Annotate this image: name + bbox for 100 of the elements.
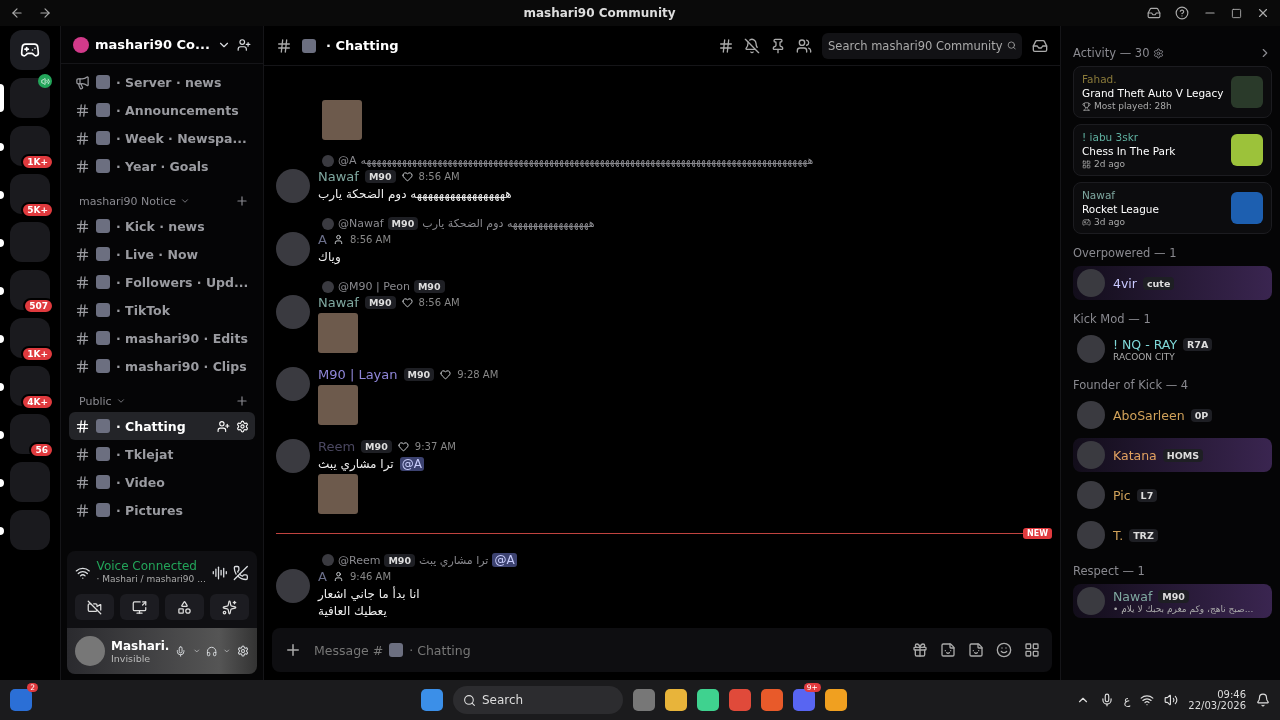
game-art [1231,76,1263,108]
member-name: Nawaf [1113,588,1153,604]
settings-icon[interactable] [237,643,249,659]
server-icon[interactable] [10,270,50,310]
role-tag: M90 [384,553,416,567]
channel-item[interactable]: · Year · Goals [69,152,255,180]
inbox-icon[interactable] [1032,37,1048,54]
hash-icon [75,274,90,290]
channel-item[interactable]: · mashari90 · Clips [69,352,255,380]
sound-wave-icon[interactable] [211,564,228,581]
message-author[interactable]: Nawaf [318,169,359,184]
role-tag: M90 [413,280,445,293]
user-status: Invisible [111,652,152,664]
reply-avatar [322,554,334,566]
member-item[interactable]: 4vir cute [1073,266,1272,300]
member-name: AboSarleen [1113,407,1185,423]
search-field[interactable]: Search mashari90 Community [822,32,1022,59]
server-icon[interactable] [10,366,50,406]
invite-icon[interactable] [237,37,251,52]
bell-icon[interactable] [1256,693,1270,707]
network-icon[interactable] [1140,693,1155,707]
user-avatar [276,367,310,401]
pin-icon[interactable] [770,37,786,54]
bell-off-icon[interactable] [744,37,760,54]
channel-item[interactable]: · Server · news [69,68,255,96]
channel-item[interactable]: · Announcements [69,96,255,124]
channel-item[interactable]: · Live · Now [69,240,255,268]
role-group-title: Overpowered — 1 [1073,246,1177,260]
apps-icon[interactable] [1024,642,1040,658]
unread-badge: 1K+ [21,346,54,362]
maximize-icon[interactable] [1231,7,1242,19]
activity-card[interactable]: Fahad. Grand Theft Auto V Legacy Most played: 28h [1073,66,1272,118]
add-channel-icon[interactable] [235,394,249,408]
add-icon[interactable] [284,641,302,659]
member-item[interactable]: ! NQ - RAY R7A RACOON CITY [1073,332,1272,366]
volume-icon[interactable] [1164,693,1179,707]
activity-meta: 3d ago [1094,217,1126,227]
close-icon[interactable] [1256,6,1270,20]
gift-icon[interactable] [912,642,928,658]
help-icon[interactable] [1175,6,1189,20]
member-name: ! NQ - RAY [1113,336,1178,352]
activities-button[interactable] [165,594,204,620]
taskbar-search[interactable]: Search [452,686,623,714]
message-author[interactable]: M90 | Layan [318,367,398,382]
person-icon [332,571,344,582]
trophy-icon [1082,101,1091,111]
smile-icon[interactable] [996,642,1012,658]
member-name: T. [1113,527,1124,543]
activity-card[interactable]: ! iabu 3skr Chess In The Park 2d ago [1073,124,1272,176]
activity-user: ! iabu 3skr [1082,131,1140,143]
members-icon[interactable] [796,37,812,54]
reply-text: ههههههههههههههههه دوم الضحكة يارب [422,217,595,230]
member-avatar [1077,401,1105,429]
channel-item[interactable]: · Followers · Upd... [69,268,255,296]
channel-title: · Chatting [326,38,400,53]
invite-icon[interactable] [217,419,230,433]
reply-author: @M90 | Peon [338,280,410,293]
microphone-icon[interactable] [175,643,187,659]
chevron-down-icon [115,396,126,406]
soundboard-button[interactable] [210,594,249,620]
sticker-icon[interactable] [968,642,984,658]
channel-item[interactable]: · Pictures [69,496,255,524]
add-channel-icon[interactable] [235,194,249,208]
screen-share-button[interactable] [120,594,159,620]
member-item[interactable]: Katana HOMS [1073,438,1272,472]
member-tag: cute [1142,276,1175,290]
channel-item[interactable]: · Week · Newspa... [69,124,255,152]
channel-item[interactable]: · Tklejat [69,440,255,468]
threads-icon[interactable] [718,37,734,54]
inbox-icon[interactable] [1147,6,1161,20]
reply-avatar [322,154,334,167]
back-icon[interactable] [10,6,24,20]
clock[interactable]: 09:46 22/03/2026 [1188,689,1246,711]
member-item[interactable]: Pic L7 [1073,478,1272,512]
server-icon[interactable] [10,78,50,118]
message-author[interactable]: A [318,232,327,247]
activity-meta: 2d ago [1094,159,1126,169]
category-name[interactable]: Public [79,394,112,408]
member-name: Katana [1113,447,1157,463]
channel-item[interactable]: · mashari90 · Edits [69,324,255,352]
message-author[interactable]: Nawaf [318,295,359,310]
message-text: ترا مشاري يبث [318,457,394,471]
camera-off-button[interactable] [75,594,114,620]
channel-item[interactable]: · Chatting [69,412,255,440]
disconnect-icon[interactable] [233,564,249,581]
language-indicator[interactable]: ع [1123,693,1131,707]
forward-icon[interactable] [38,6,52,20]
channel-item[interactable]: · Kick · news [69,212,255,240]
home-button[interactable] [10,30,50,70]
channel-item[interactable]: · Video [69,468,255,496]
member-item[interactable]: T. TRZ [1073,518,1272,552]
server-icon[interactable] [10,414,50,454]
microphone-icon[interactable] [1099,693,1114,707]
message-time: 9:46 AM [349,571,391,582]
message-author[interactable]: A [318,569,327,584]
category-name[interactable]: mashari90 Notice [79,194,177,208]
channel-item[interactable]: · TikTok [69,296,255,324]
hash-icon [75,446,90,462]
activity-card[interactable]: Nawaf Rocket League 3d ago [1073,182,1272,234]
member-item[interactable]: AboSarleen 0P [1073,398,1272,432]
